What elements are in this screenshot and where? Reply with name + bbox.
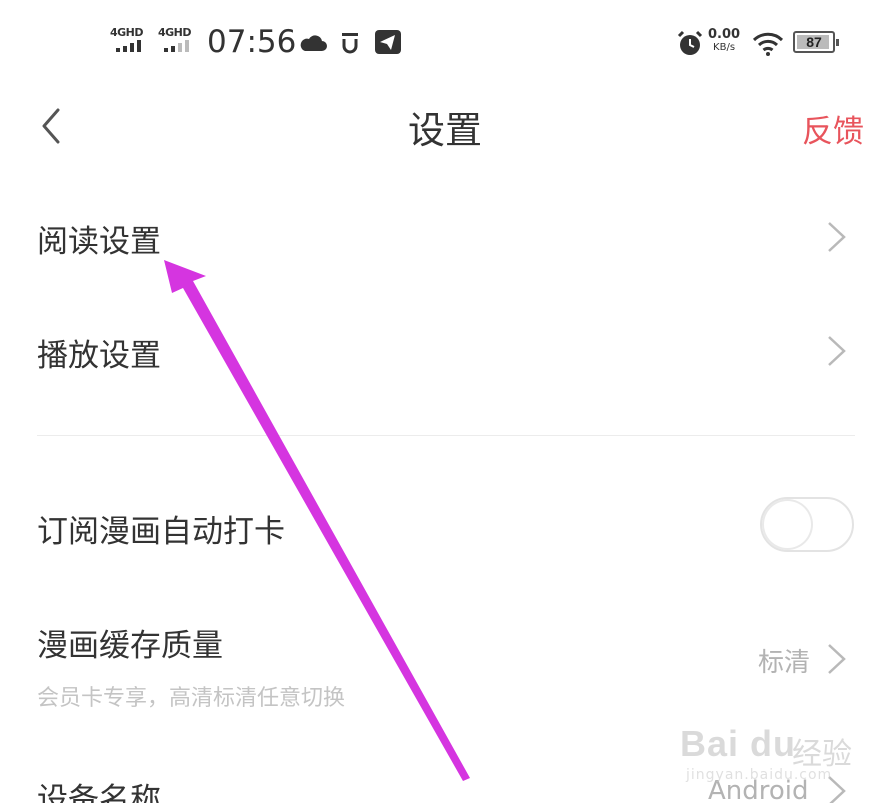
settings-item-label: 阅读设置 xyxy=(37,224,161,260)
sim1-signal-icon: 4GHD xyxy=(110,26,154,56)
settings-item-label: 订阅漫画自动打卡 xyxy=(37,514,285,550)
settings-item-subscribe-checkin: 订阅漫画自动打卡 xyxy=(0,488,890,564)
chevron-right-icon xyxy=(828,644,846,674)
subscribe-checkin-toggle[interactable] xyxy=(760,497,854,552)
vpn-icon xyxy=(342,33,358,54)
cloud-icon xyxy=(300,35,327,51)
settings-item-sublabel: 会员卡专享，高清标清任意切换 xyxy=(37,686,346,711)
settings-item-cache-quality[interactable]: 漫画缓存质量 会员卡专享，高清标清任意切换 标清 xyxy=(0,612,890,712)
chevron-right-icon xyxy=(828,222,846,252)
watermark-brand: Bai du xyxy=(680,723,797,764)
net-speed: 0.00 KB/s xyxy=(708,28,740,54)
settings-item-label: 漫画缓存质量 xyxy=(37,628,223,664)
net-speed-value: 0.00 xyxy=(708,27,741,42)
clock: 07:56 xyxy=(207,24,297,60)
battery-icon: 87 xyxy=(793,31,839,53)
toggle-knob xyxy=(764,501,811,548)
section-divider xyxy=(37,435,855,436)
telegram-icon xyxy=(375,30,401,54)
page-title: 设置 xyxy=(408,109,482,152)
settings-item-playback[interactable]: 播放设置 xyxy=(0,314,890,390)
watermark-url: jingyan.baidu.com xyxy=(686,767,833,783)
status-bar: 4GHD 4GHD 07:56 0.00 KB/s 87 xyxy=(0,0,890,86)
sim2-network-label: 4GHD xyxy=(158,26,192,39)
chevron-right-icon xyxy=(828,336,846,366)
settings-item-label: 播放设置 xyxy=(37,338,161,374)
wifi-icon xyxy=(752,32,784,56)
alarm-icon xyxy=(677,30,703,55)
battery-level: 87 xyxy=(806,34,822,50)
net-speed-unit: KB/s xyxy=(713,42,736,53)
baidu-jingyan-watermark: Bai du 经验 jingyan.baidu.com xyxy=(680,715,880,795)
sim2-signal-icon: 4GHD xyxy=(158,26,202,56)
settings-item-reading[interactable]: 阅读设置 xyxy=(0,200,890,276)
settings-item-value: 标清 xyxy=(758,648,811,678)
feedback-button[interactable]: 反馈 xyxy=(802,106,864,151)
sim1-network-label: 4GHD xyxy=(110,26,144,39)
settings-item-label: 设备名称 xyxy=(37,782,161,803)
